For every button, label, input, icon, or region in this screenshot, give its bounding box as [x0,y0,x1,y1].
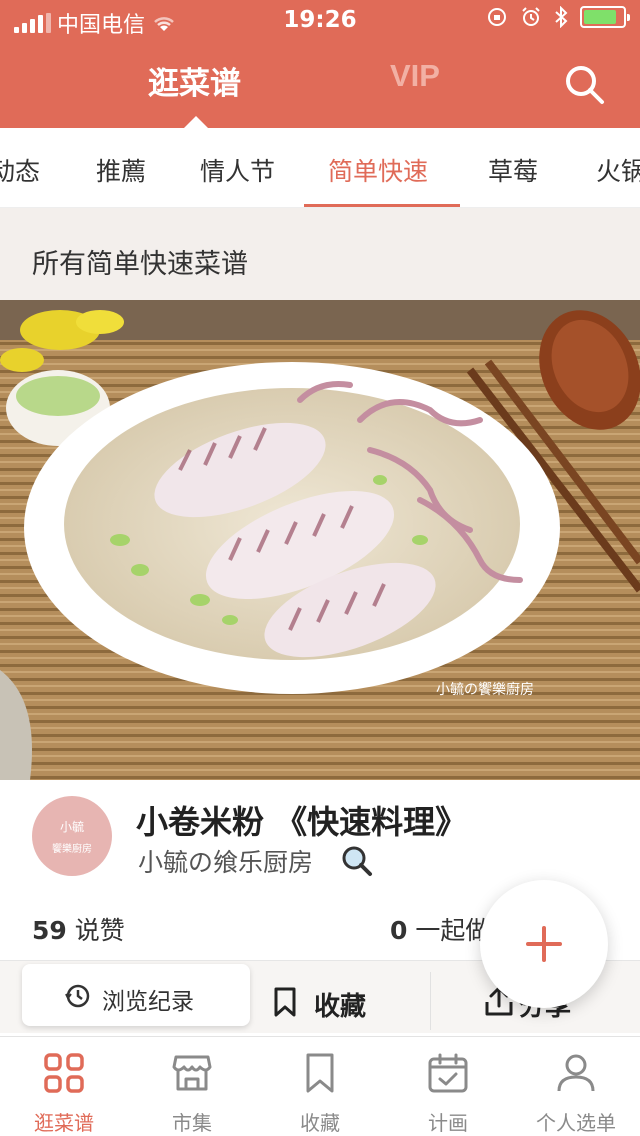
collect-button[interactable]: 收藏 [262,972,422,1030]
avatar-text-primary: 小毓 [59,820,84,834]
tabbar-plan[interactable]: 计画 [384,1037,512,1136]
author-avatar[interactable]: 小毓 饗樂廚房 [32,796,112,876]
add-fab-button[interactable] [480,880,608,1008]
tabbar-profile[interactable]: 个人选单 [512,1037,640,1136]
likes-label: 说赞 [74,916,125,945]
tabbar-label-browse: 逛菜谱 [34,1111,94,1135]
recipe-title[interactable]: 小卷米粉 《快速料理》 [136,797,467,843]
person-icon [557,1054,595,1092]
recipe-photo[interactable]: 小毓の饗樂廚房 [0,300,640,780]
tabbar-collection[interactable]: 收藏 [256,1037,384,1136]
calendar-check-icon [428,1053,468,1093]
tabbar-browse-recipes[interactable]: 逛菜谱 [0,1037,128,1136]
tabbar-market[interactable]: 市集 [128,1037,256,1136]
history-button[interactable]: 浏览纪录 [22,964,250,1026]
bottom-tab-bar: 逛菜谱 市集 收藏 计画 个人选单 [0,1036,640,1136]
app-header: 中国电信 19:26 逛菜谱 VIP [0,0,640,128]
status-right [486,6,630,28]
bookmark-icon [274,987,296,1017]
battery-icon [580,6,630,28]
bluetooth-icon [555,6,568,28]
tab-quick-easy[interactable]: 简单快速 [328,152,428,188]
alarm-icon [522,7,540,26]
plus-icon [526,926,562,962]
history-icon [65,984,90,1008]
collect-label: 收藏 [314,992,367,1022]
section-header: 所有简单快速菜谱 [0,208,640,300]
bookmark-icon [306,1053,334,1093]
cook-together-stat[interactable]: 0 一起做 [390,911,490,947]
tab-valentines[interactable]: 情人节 [200,152,275,188]
tab-dynamic[interactable]: 动态 [0,152,40,188]
status-bar: 中国电信 19:26 [0,0,640,40]
grid-icon [44,1053,84,1093]
tabbar-label-profile: 个人选单 [536,1111,616,1135]
tabbar-label-plan: 计画 [428,1111,468,1135]
top-nav: 逛菜谱 VIP [0,58,640,108]
rotation-lock-icon [488,8,506,26]
recipe-author[interactable]: 小毓の飨乐厨房 [138,843,313,879]
avatar-text-secondary: 饗樂廚房 [52,844,92,855]
tab-hotpot[interactable]: 火锅 [596,152,640,188]
category-tabs: 动态 推薦 情人节 简单快速 草莓 火锅 [0,128,640,208]
likes-count: 59 [32,916,67,945]
store-icon [172,1055,212,1091]
magnifier-emoji-icon [342,846,372,876]
history-label: 浏览纪录 [102,989,194,1015]
section-title: 所有简单快速菜谱 [32,249,248,280]
likes-stat[interactable]: 59 说赞 [32,911,125,947]
photo-watermark: 小毓の饗樂廚房 [436,681,534,698]
tab-strawberry[interactable]: 草莓 [488,152,538,188]
search-icon[interactable] [562,62,606,106]
active-nav-indicator [184,116,208,128]
recipe-photo-illustration: 小毓の饗樂廚房 [0,300,640,780]
tabbar-label-market: 市集 [172,1111,212,1135]
nav-vip[interactable]: VIP [390,58,440,94]
tabbar-label-collection: 收藏 [300,1111,340,1135]
nav-browse-recipes[interactable]: 逛菜谱 [148,58,241,103]
tab-recommended[interactable]: 推薦 [96,152,146,188]
together-count: 0 [390,916,408,945]
